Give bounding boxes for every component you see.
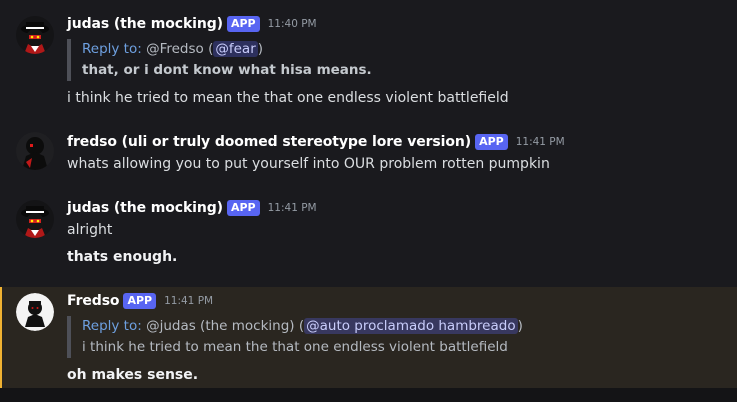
reply-header[interactable]: Reply to: @Fredso (@fear) <box>82 39 372 60</box>
username[interactable]: judas (the mocking) <box>67 16 223 32</box>
app-badge: APP <box>475 134 508 150</box>
mention[interactable]: @fear <box>213 41 258 57</box>
message-text: alright <box>67 222 113 238</box>
reply-quote: Reply to: @Fredso (@fear) that, or i don… <box>67 39 372 81</box>
message-header: fredso (uli or truly doomed stereotype l… <box>67 134 565 150</box>
timestamp[interactable]: 11:41 PM <box>164 295 213 307</box>
reply-quote: Reply to: @judas (the mocking) (@auto pr… <box>67 316 523 358</box>
message-header: judas (the mocking) APP 11:41 PM <box>67 200 317 216</box>
app-badge: APP <box>226 16 260 32</box>
app-badge: APP <box>123 293 157 309</box>
message-4-highlighted: Fredso APP 11:41 PM Reply to: @judas (th… <box>0 287 737 388</box>
masked-figure-icon <box>16 16 54 54</box>
username[interactable]: judas (the mocking) <box>67 200 223 216</box>
message-text: whats allowing you to put yourself into … <box>67 156 550 172</box>
quoted-text: that, or i dont know what hisa means. <box>82 62 372 78</box>
timestamp[interactable]: 11:41 PM <box>268 202 317 214</box>
message-header: judas (the mocking) APP 11:40 PM <box>67 16 317 32</box>
reply-target[interactable]: @judas (the mocking) <box>146 318 294 334</box>
message-text: oh makes sense. <box>67 367 199 383</box>
mention[interactable]: @auto proclamado hambreado <box>304 318 518 334</box>
timestamp[interactable]: 11:40 PM <box>268 18 317 30</box>
reply-header[interactable]: Reply to: @judas (the mocking) (@auto pr… <box>82 316 523 337</box>
message-1: judas (the mocking) APP 11:40 PM Reply t… <box>0 0 737 120</box>
chat-log: judas (the mocking) APP 11:40 PM Reply t… <box>0 0 737 402</box>
timestamp[interactable]: 11:41 PM <box>516 136 565 148</box>
avatar-fredso[interactable] <box>16 132 54 170</box>
message-text: thats enough. <box>67 249 178 265</box>
quoted-text: i think he tried to mean the that one en… <box>82 339 508 355</box>
username[interactable]: fredso (uli or truly doomed stereotype l… <box>67 134 471 150</box>
message-3: judas (the mocking) APP 11:41 PM alright… <box>0 192 737 282</box>
app-badge: APP <box>226 200 260 216</box>
bottom-bar <box>0 388 737 402</box>
reply-to-label[interactable]: Reply to: <box>82 318 142 334</box>
avatar-fredso[interactable] <box>16 293 54 331</box>
message-2: fredso (uli or truly doomed stereotype l… <box>0 120 737 192</box>
dark-figure-icon <box>16 132 54 170</box>
reply-to-label[interactable]: Reply to: <box>82 41 142 57</box>
avatar-judas[interactable] <box>16 16 54 54</box>
message-text: i think he tried to mean the that one en… <box>67 90 509 106</box>
masked-figure-icon <box>16 200 54 238</box>
avatar-judas[interactable] <box>16 200 54 238</box>
username[interactable]: Fredso <box>67 293 120 309</box>
message-header: Fredso APP 11:41 PM <box>67 293 213 309</box>
reply-target[interactable]: @Fredso <box>146 41 204 57</box>
white-circle-figure-icon <box>16 293 54 331</box>
